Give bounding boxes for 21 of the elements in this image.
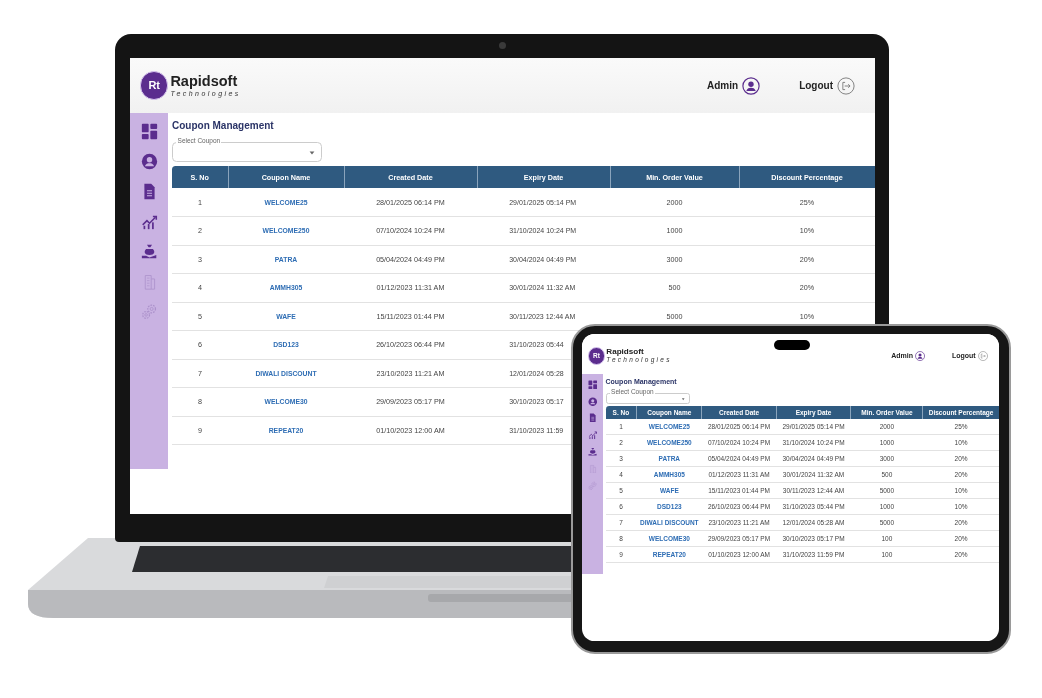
dashboard-icon[interactable] (140, 123, 158, 140)
admin-label[interactable]: Admin (707, 80, 739, 91)
money-bag-icon[interactable] (140, 243, 158, 260)
page-title: Coupon Management (172, 120, 275, 131)
user-icon[interactable] (742, 76, 761, 95)
camera-icon (499, 42, 506, 49)
caret-icon (308, 148, 316, 157)
logout-icon[interactable] (837, 76, 855, 95)
chart-icon[interactable] (587, 430, 598, 440)
user-icon[interactable] (915, 350, 926, 361)
chart-icon[interactable] (140, 213, 158, 230)
user-icon[interactable] (587, 396, 598, 407)
logo-mark: Rt (140, 71, 169, 100)
camera-notch (774, 340, 810, 350)
document-icon[interactable] (587, 413, 598, 423)
user-icon[interactable] (140, 153, 158, 170)
caret-icon (681, 397, 686, 402)
money-bag-icon[interactable] (587, 447, 598, 457)
dashboard-icon[interactable] (587, 379, 598, 390)
brand-name: Rapidsoft (170, 74, 239, 89)
logout-link[interactable]: Logout (799, 80, 833, 91)
